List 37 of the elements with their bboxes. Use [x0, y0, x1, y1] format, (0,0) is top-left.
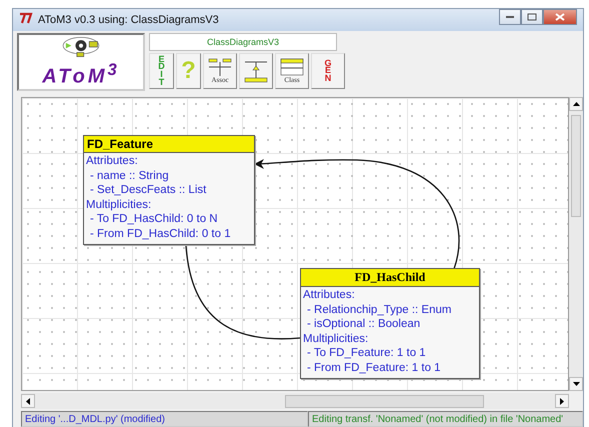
class-entry: - Relationchip_Type :: Enum	[306, 302, 452, 317]
section-title: Multiplicities:	[303, 332, 370, 346]
section-title: Attributes:	[86, 154, 139, 168]
class-entry: - From FD_Feature: 1 to 1	[306, 360, 442, 375]
class-name: FD_Feature	[84, 136, 254, 153]
status-text: Editing transf. 'Nonamed' (not modified) in file 'Nonamed'	[308, 411, 583, 427]
close-icon	[555, 13, 565, 21]
scroll-left-icon[interactable]	[21, 394, 35, 408]
minimize-button[interactable]	[499, 9, 521, 25]
tool-button[interactable]: GEN	[311, 53, 345, 89]
class-entry: - Set_DescFeats :: List	[89, 183, 208, 198]
status-text: Editing '...D_MDL.py' (modified)	[21, 411, 308, 427]
maximize-icon	[527, 13, 537, 21]
association-icon	[208, 58, 232, 76]
class-box[interactable]: FD_HasChild Attributes: - Relationchip_Type :: Enum - isOptional :: Boolean Multiplicities: - To FD_Feature: 1 to 1 - From FD_Feature: 1 to 1	[300, 268, 480, 379]
class-name: FD_HasChild	[301, 269, 479, 287]
class-box[interactable]: FD_Feature Attributes: - name :: String - Set_DescFeats :: List Multiplicities: - To FD_HasChild: 0 to N - From FD_HasChild: 0 to 1	[83, 135, 255, 245]
window-title: AToM3 v0.3 using: ClassDiagramsV3	[38, 14, 219, 26]
section-title: Attributes:	[303, 288, 356, 302]
close-button[interactable]	[543, 9, 577, 25]
section-title: Multiplicities:	[86, 198, 152, 212]
formalism-name: ClassDiagramsV3	[149, 33, 337, 51]
scroll-right-icon[interactable]	[555, 394, 569, 408]
minimize-icon	[505, 15, 515, 19]
class-entry: - To FD_HasChild: 0 to N	[89, 212, 219, 226]
scroll-up-icon[interactable]	[569, 97, 583, 111]
class-icon	[280, 58, 304, 76]
class-entry: - From FD_HasChild: 0 to 1	[89, 226, 232, 241]
horizontal-scrollbar[interactable]	[21, 393, 569, 409]
inherit-tool-button[interactable]	[239, 53, 273, 89]
logo: AToM$^{3}$	[17, 33, 145, 91]
maximize-button[interactable]	[521, 9, 543, 25]
class-entry: - To FD_Feature: 1 to 1	[306, 346, 427, 360]
vertical-scrollbar[interactable]	[569, 97, 583, 391]
class-entry: - name :: String	[89, 168, 170, 183]
scroll-down-icon[interactable]	[569, 377, 583, 391]
class-entry: - isOptional :: Boolean	[306, 317, 422, 332]
